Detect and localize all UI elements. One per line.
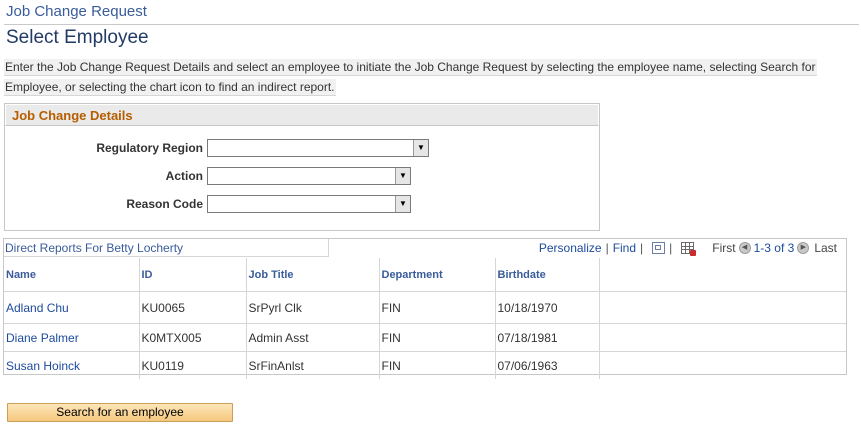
direct-reports-grid: Direct Reports For Betty Locherty Person… [3,238,847,379]
employee-department: FIN [379,291,496,324]
employee-job-title: SrFinAnlst [246,351,380,379]
row-range: 1-3 of 3 [753,241,795,255]
dropdown-arrow-icon[interactable]: ▼ [395,168,410,184]
search-for-employee-button[interactable]: Search for an employee [7,403,233,422]
employee-birthdate: 10/18/1970 [495,291,600,324]
grid-caption-box: Direct Reports For Betty Locherty [4,239,329,257]
instructions-text: Enter the Job Change Request Details and… [4,57,839,97]
page-title: Select Employee [6,27,149,48]
employee-name-link[interactable]: Susan Hoinck [4,351,140,379]
column-header-empty [599,258,846,292]
empty-cell [599,352,846,380]
regulatory-region-select[interactable]: ▼ [207,139,429,157]
nav-separator: | [640,241,644,255]
job-change-details-group: Job Change Details Regulatory Region ▼ A… [4,103,600,231]
empty-cell [599,291,846,324]
reason-code-select[interactable]: ▼ [207,195,411,213]
employee-birthdate: 07/06/1963 [495,351,600,379]
header-divider [4,24,859,25]
employee-id: KU0119 [139,351,247,379]
employee-department: FIN [379,323,496,352]
first-label: First [712,241,736,255]
table-row: Susan Hoinck KU0119 SrFinAnlst FIN 07/06… [4,351,846,380]
dropdown-arrow-icon[interactable]: ▼ [413,140,428,156]
zoom-view-icon[interactable] [652,242,666,254]
find-link[interactable]: Find [613,241,636,255]
grid-caption: Direct Reports For Betty Locherty [5,241,184,255]
grid-table-wrap: Name ID Job Title Department Birthdate A… [4,258,846,379]
column-header-birthdate[interactable]: Birthdate [495,258,600,292]
last-label: Last [814,241,837,255]
column-header-job-title[interactable]: Job Title [246,258,380,292]
nav-separator: | [669,241,673,255]
column-header-id[interactable]: ID [139,258,247,292]
instructions-line-2: Employee, or selecting the chart icon to… [4,79,336,96]
previous-arrow-icon: ◀ [738,242,751,254]
regulatory-region-label: Regulatory Region [96,141,203,155]
table-header-row: Name ID Job Title Department Birthdate [4,258,846,292]
column-header-name[interactable]: Name [4,258,140,292]
grid-navigation: Personalize | Find | | First ◀ 1-3 of 3 … [539,240,837,256]
employee-birthdate: 07/18/1981 [495,323,600,352]
nav-separator: | [605,241,609,255]
employee-id: K0MTX005 [139,323,247,352]
action-label: Action [165,169,203,183]
employee-name-link[interactable]: Adland Chu [4,291,140,324]
group-title: Job Change Details [12,108,133,123]
table-row: Diane Palmer K0MTX005 Admin Asst FIN 07/… [4,323,846,352]
employee-id: KU0065 [139,291,247,324]
personalize-link[interactable]: Personalize [539,241,602,255]
instructions-line-1: Enter the Job Change Request Details and… [4,59,817,76]
employee-department: FIN [379,351,496,379]
direct-reports-table: Name ID Job Title Department Birthdate A… [4,258,846,379]
breadcrumb: Job Change Request [6,3,147,20]
column-header-department[interactable]: Department [379,258,496,292]
empty-cell [599,323,846,352]
employee-job-title: Admin Asst [246,323,380,352]
action-select[interactable]: ▼ [207,167,411,185]
reason-code-label: Reason Code [126,197,203,211]
download-grid-icon[interactable] [681,242,697,256]
employee-name-link[interactable]: Diane Palmer [4,323,140,352]
table-row: Adland Chu KU0065 SrPyrl Clk FIN 10/18/1… [4,291,846,324]
employee-job-title: SrPyrl Clk [246,291,380,324]
dropdown-arrow-icon[interactable]: ▼ [395,196,410,212]
next-arrow-icon: ▶ [797,242,810,254]
